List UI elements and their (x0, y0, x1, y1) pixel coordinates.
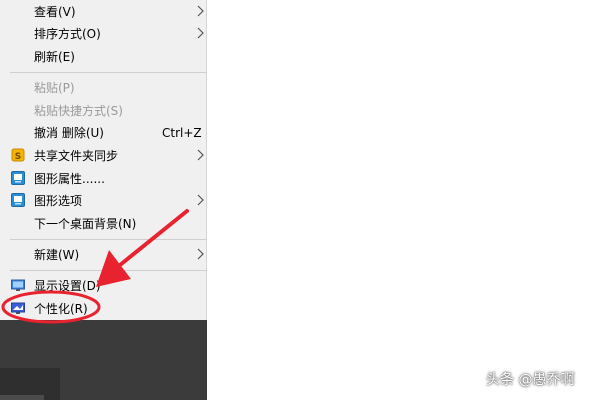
menu-item-paste[interactable]: 粘贴(P) (0, 77, 207, 99)
svg-text:S: S (15, 152, 21, 162)
menu-item-shared-folder-sync[interactable]: S 共享文件夹同步 (0, 145, 207, 167)
menu-item-view[interactable]: 查看(V) (0, 1, 207, 23)
menu-item-graphics-options[interactable]: 图形选项 (0, 190, 207, 212)
menu-item-label: 新建(W) (34, 248, 80, 262)
personalize-icon (11, 302, 25, 314)
menu-item-label: 粘贴快捷方式(S) (34, 104, 123, 118)
menu-item-label: 查看(V) (34, 5, 76, 19)
chevron-right-icon (197, 194, 204, 206)
display-settings-icon (11, 279, 25, 291)
taskbar-edge (0, 395, 44, 400)
menu-item-refresh[interactable]: 刷新(E) (0, 46, 207, 68)
menu-item-display-settings[interactable]: 显示设置(D) (0, 275, 207, 297)
menu-item-undo-delete[interactable]: 撤消 删除(U) Ctrl+Z (0, 122, 207, 144)
menu-item-paste-shortcut[interactable]: 粘贴快捷方式(S) (0, 100, 207, 122)
chevron-right-icon (197, 149, 204, 161)
graphics-properties-icon (11, 171, 25, 185)
menu-item-label: 下一个桌面背景(N) (34, 217, 137, 231)
menu-item-personalize[interactable]: 个性化(R) (0, 298, 207, 320)
chevron-right-icon (197, 248, 204, 260)
context-menu: 查看(V) 排序方式(O) 刷新(E) 粘贴(P) 粘贴快捷方式(S) 撤消 删… (0, 0, 207, 320)
menu-item-label: 个性化(R) (34, 302, 88, 316)
watermark: 头条 @愚乔啊 (486, 372, 575, 388)
menu-item-label: 撤消 删除(U) (34, 126, 104, 140)
chevron-right-icon (197, 27, 204, 39)
menu-item-graphics-properties[interactable]: 图形属性...... (0, 168, 207, 190)
menu-item-label: 刷新(E) (34, 50, 75, 64)
menu-separator (10, 239, 207, 240)
sync-folder-icon: S (11, 148, 25, 162)
menu-separator (10, 72, 207, 73)
graphics-options-icon (11, 193, 25, 207)
menu-separator (10, 270, 207, 271)
menu-item-next-background[interactable]: 下一个桌面背景(N) (0, 213, 207, 235)
menu-item-label: 共享文件夹同步 (34, 149, 119, 163)
menu-item-sort[interactable]: 排序方式(O) (0, 23, 207, 45)
chevron-right-icon (197, 5, 204, 17)
menu-item-label: 排序方式(O) (34, 27, 101, 41)
menu-item-label: 粘贴(P) (34, 81, 75, 95)
menu-item-label: 图形选项 (34, 194, 83, 208)
menu-item-new[interactable]: 新建(W) (0, 244, 207, 266)
menu-item-shortcut: Ctrl+Z (162, 126, 202, 140)
menu-item-label: 显示设置(D) (34, 279, 101, 293)
menu-item-label: 图形属性...... (34, 172, 105, 186)
